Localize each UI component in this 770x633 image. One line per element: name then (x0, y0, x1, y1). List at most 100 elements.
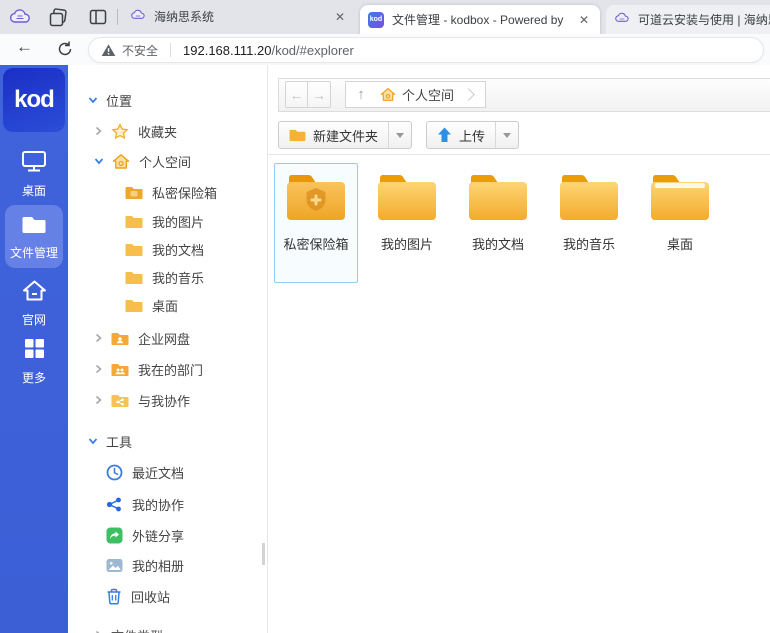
refresh-icon[interactable] (56, 40, 74, 58)
department-folder-icon (111, 362, 129, 377)
tree-item-external-share[interactable]: 外链分享 (106, 525, 184, 545)
sidebar-item-label: 桌面 (0, 182, 68, 199)
sidebar-item-more[interactable]: 更多 (0, 337, 68, 386)
tab-title: 可道云安装与使用 | 海纳思 (638, 11, 770, 28)
tree-section-label: 位置 (106, 91, 132, 110)
new-folder-button[interactable]: 新建文件夹 (279, 122, 388, 148)
tab-close-icon[interactable]: ✕ (576, 12, 592, 28)
chevron-down-icon (88, 436, 98, 446)
tree-item-my-music[interactable]: 我的音乐 (125, 267, 204, 287)
chevron-right-icon (94, 364, 103, 374)
tree-item-label: 最近文档 (132, 463, 184, 482)
sidebar-item-label: 官网 (0, 311, 68, 328)
sidebar-item-label: 更多 (0, 369, 68, 386)
tab-hinas[interactable]: 海纳思系统 ✕ (122, 0, 356, 33)
tree-item-my-department[interactable]: 我在的部门 (94, 359, 203, 379)
tree-section-location[interactable]: 位置 (88, 90, 132, 110)
tree-item-shared-with-me[interactable]: 与我协作 (94, 390, 190, 410)
app-sidebar: kod 桌面 文件管理 官网 更多 (0, 65, 68, 633)
safe-folder-icon (284, 171, 348, 223)
folder-icon (125, 298, 143, 313)
share-folder-icon (111, 393, 129, 408)
file-item-my-music[interactable]: 我的音乐 (547, 163, 631, 283)
history-back-button[interactable]: ← (285, 81, 308, 108)
tree-item-label: 我的文档 (152, 240, 204, 259)
tab-kodbox-active[interactable]: kod 文件管理 - kodbox - Powered by ✕ (360, 5, 600, 34)
tree-item-personal-space[interactable]: 个人空间 (94, 151, 191, 171)
file-item-safe-box[interactable]: 私密保险箱 (274, 163, 358, 283)
tree-item-favorites[interactable]: 收藏夹 (94, 121, 177, 141)
tree-item-recycle-bin[interactable]: 回收站 (106, 586, 170, 606)
tree-item-safe-box[interactable]: 私密保险箱 (125, 182, 217, 202)
tab-actions-icon[interactable] (88, 7, 108, 27)
tree-item-label: 私密保险箱 (152, 183, 217, 202)
file-label: 我的文档 (456, 234, 540, 253)
tree-item-label: 我的相册 (132, 556, 184, 575)
home-icon (380, 87, 396, 102)
folder-icon (21, 213, 47, 235)
tree-item-my-collaboration[interactable]: 我的协作 (106, 494, 184, 514)
caret-down-icon (396, 133, 404, 138)
tree-scrollbar-thumb[interactable] (262, 543, 265, 565)
breadcrumb-personal-space[interactable]: 个人空间 (376, 85, 462, 104)
tree-item-label: 桌面 (152, 296, 178, 315)
kod-favicon: kod (368, 12, 384, 28)
star-icon (111, 123, 129, 140)
workspaces-icon[interactable] (48, 7, 68, 27)
tree-item-my-documents[interactable]: 我的文档 (125, 239, 204, 259)
cloud-favicon (130, 7, 146, 26)
kod-logo[interactable]: kod (3, 68, 65, 132)
pill-divider (170, 43, 171, 57)
chevron-right-icon (94, 333, 103, 343)
caret-down-icon (503, 133, 511, 138)
tab-close-icon[interactable]: ✕ (332, 9, 348, 25)
tree-item-label: 与我协作 (138, 391, 190, 410)
tab-kodcloud-docs[interactable]: 可道云安装与使用 | 海纳思 (606, 5, 770, 34)
folder-icon (557, 171, 621, 223)
enterprise-folder-icon (111, 331, 129, 346)
sidebar-item-file-manager[interactable]: 文件管理 (5, 205, 63, 268)
share-nodes-icon (106, 496, 123, 513)
tree-section-file-types-clipped[interactable]: 文件类型 (94, 625, 163, 633)
photo-album-icon (106, 557, 123, 574)
file-label: 我的图片 (365, 234, 449, 253)
tree-item-my-pictures[interactable]: 我的图片 (125, 211, 204, 231)
tree-item-label: 外链分享 (132, 526, 184, 545)
file-label: 我的音乐 (547, 234, 631, 253)
toolbar: 新建文件夹 上传 (278, 121, 519, 151)
sidebar-item-website[interactable]: 官网 (0, 279, 68, 328)
folder-icon (289, 128, 306, 142)
tree-item-recent-docs[interactable]: 最近文档 (106, 462, 184, 482)
tree-section-tools[interactable]: 工具 (88, 431, 132, 451)
folder-icon (125, 214, 143, 229)
sidebar-item-desktop[interactable]: 桌面 (0, 149, 68, 199)
tab-title: 海纳思系统 (154, 8, 324, 25)
upload-split-button: 上传 (426, 121, 519, 149)
upload-label: 上传 (459, 126, 485, 145)
security-label[interactable]: 不安全 (122, 42, 158, 59)
tree-item-my-albums[interactable]: 我的相册 (106, 555, 184, 575)
upload-button[interactable]: 上传 (427, 122, 495, 148)
file-item-my-pictures[interactable]: 我的图片 (365, 163, 449, 283)
browser-cloud-icon[interactable] (8, 5, 32, 29)
file-item-desktop[interactable]: 桌面 (638, 163, 722, 283)
up-folder-button[interactable]: ↑ (346, 82, 376, 107)
file-label: 桌面 (638, 234, 722, 253)
chevron-right-icon (94, 126, 103, 136)
toolbar-divider (268, 154, 770, 155)
file-item-my-documents[interactable]: 我的文档 (456, 163, 540, 283)
new-folder-dropdown[interactable] (388, 122, 411, 148)
folder-icon (375, 171, 439, 223)
tree-item-label: 回收站 (131, 587, 170, 606)
tree-item-desktop-folder[interactable]: 桌面 (125, 295, 178, 315)
grid-icon (23, 337, 46, 360)
url-field[interactable]: 不安全 192.168.111.20/kod/#explorer (88, 37, 764, 63)
breadcrumb-label: 个人空间 (402, 85, 454, 104)
history-forward-button[interactable]: → (308, 81, 331, 108)
tree-item-enterprise-drive[interactable]: 企业网盘 (94, 328, 190, 348)
tab-separator (117, 9, 118, 25)
history-nav-group: ← → (285, 81, 331, 108)
monitor-icon (21, 149, 47, 173)
back-icon[interactable]: ← (16, 37, 33, 57)
upload-dropdown[interactable] (495, 122, 518, 148)
